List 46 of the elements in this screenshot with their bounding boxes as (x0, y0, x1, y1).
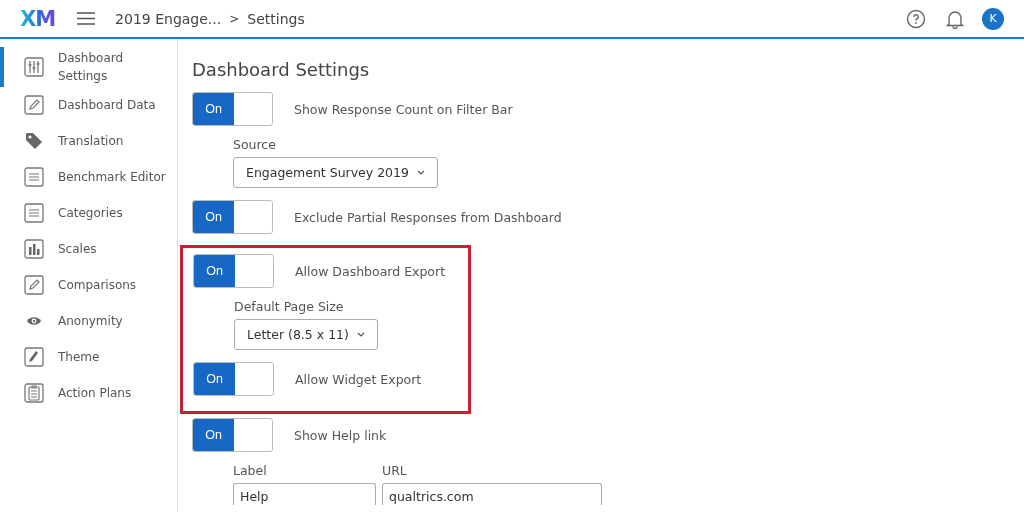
brush-icon (24, 347, 44, 367)
field-label: Source (233, 137, 277, 152)
toggle-switch[interactable]: On (192, 200, 273, 234)
breadcrumb-link[interactable]: 2019 Engage... (115, 10, 222, 27)
sidebar-item[interactable]: Comparisons (0, 267, 177, 303)
sidebar-item[interactable]: Action Plans (0, 375, 177, 411)
toggle-switch[interactable]: On (192, 92, 273, 126)
sidebar-item[interactable]: Scales (0, 231, 177, 267)
sliders-icon (24, 57, 44, 77)
caret-icon (417, 170, 425, 175)
section-title: Dashboard Settings (192, 59, 371, 80)
sidebar-item[interactable]: Dashboard Data (0, 87, 177, 123)
menu-icon[interactable] (77, 12, 96, 25)
sidebar-item[interactable]: Categories (0, 195, 177, 231)
pencil-icon (24, 275, 44, 295)
tag-icon (24, 131, 44, 151)
toggle-switch[interactable]: On (193, 362, 274, 396)
sidebar-item[interactable]: Benchmark Editor (0, 159, 177, 195)
setting-label: Show Help link (294, 427, 387, 443)
pencil-icon (24, 95, 44, 115)
breadcrumb-separator: > (229, 11, 240, 26)
field-label: Default Page Size (234, 299, 345, 314)
toggle-switch[interactable]: On (193, 254, 274, 288)
field-label: Label (233, 463, 268, 478)
bell-icon[interactable] (946, 8, 964, 29)
avatar[interactable]: K (982, 7, 1004, 30)
field-label: URL (382, 463, 408, 478)
sidebar-item[interactable]: Anonymity (0, 303, 177, 339)
setting-label: Show Response Count on Filter Bar (294, 101, 513, 117)
bar-chart-icon (24, 239, 44, 259)
setting-label: Exclude Partial Responses from Dashboard (294, 209, 562, 225)
list-icon (24, 203, 44, 223)
dropdown[interactable]: Letter (8.5 x 11) (234, 319, 378, 350)
dropdown[interactable]: Engagement Survey 2019 (233, 157, 438, 188)
setting-label: Allow Dashboard Export (295, 263, 446, 279)
toggle-switch[interactable]: On (192, 418, 273, 452)
sidebar-item[interactable]: Translation (0, 123, 177, 159)
text-field[interactable]: qualtrics.com (382, 483, 602, 505)
caret-icon (356, 332, 365, 337)
page-title: Settings (247, 10, 305, 27)
clipboard-icon (24, 383, 44, 403)
list-icon (24, 167, 44, 187)
sidebar-item[interactable]: Theme (0, 339, 177, 375)
text-field[interactable]: Help (233, 483, 376, 505)
setting-label: Allow Widget Export (295, 371, 422, 387)
help-icon[interactable] (906, 8, 926, 29)
